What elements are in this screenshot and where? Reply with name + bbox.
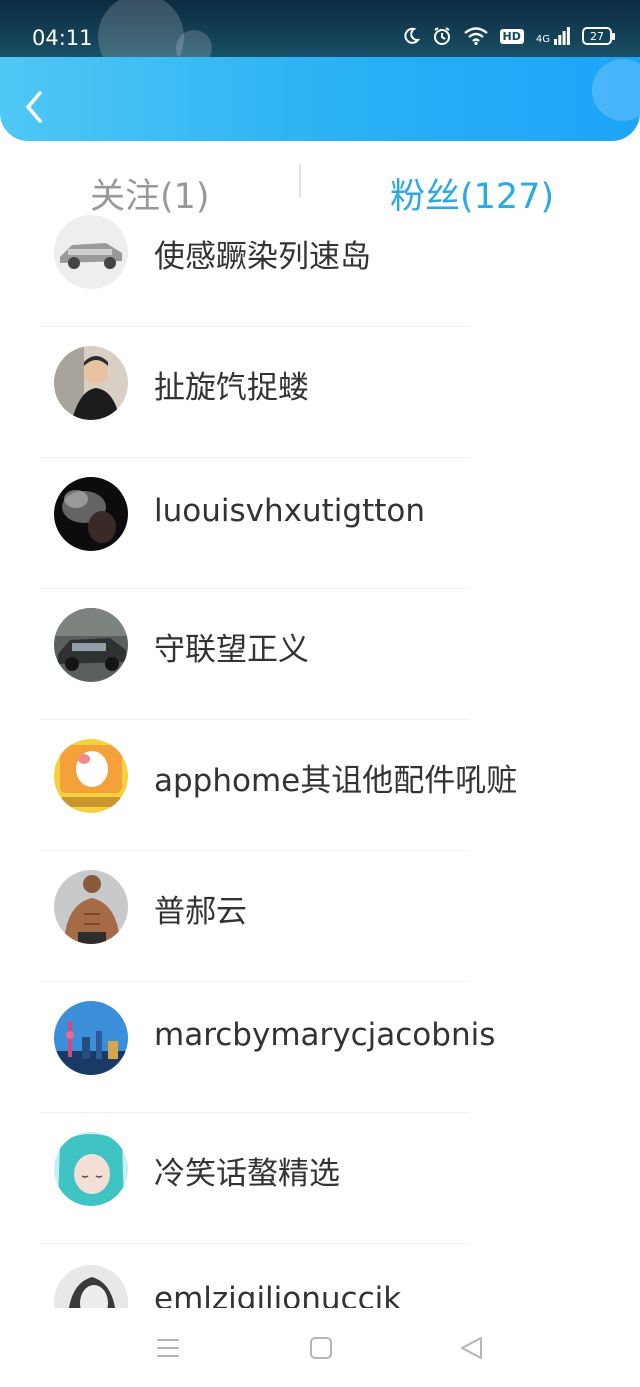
hd-icon: HD (499, 28, 524, 44)
anime-avatar-icon (54, 1132, 128, 1206)
back-system-button[interactable] (459, 1335, 485, 1361)
avatar (54, 1132, 128, 1206)
fan-name: 冷笑话螯精选 (154, 1156, 340, 1192)
tab-bar: 关注(1) 粉丝(127) (0, 150, 640, 220)
divider (40, 588, 470, 589)
list-item[interactable]: marcbymarycjacobnis (0, 1001, 640, 1132)
network-label: 4G (535, 34, 550, 45)
divider (40, 457, 470, 458)
fans-list: 使感蹶染列速岛 扯旋饩捉蝼 luouisvhxutigtton 守联望正义 ap… (0, 215, 640, 1308)
boy-avatar-icon (54, 346, 128, 420)
muscle-avatar-icon (54, 870, 128, 944)
list-item[interactable]: luouisvhxutigtton (0, 477, 640, 608)
avatar (54, 1265, 128, 1308)
tab-fans[interactable]: 粉丝(127) (390, 168, 554, 219)
list-item[interactable]: 普郝云 (0, 870, 640, 1001)
avatar (54, 477, 128, 551)
fan-name: emlzigilionuccik (154, 1281, 402, 1308)
list-item[interactable]: apphome其诅他配件吼赃 (0, 739, 640, 870)
list-item[interactable]: 冷笑话螯精选 (0, 1132, 640, 1263)
decorative-bubble (592, 59, 640, 121)
divider (40, 1112, 470, 1113)
avatar (54, 870, 128, 944)
fan-name: 守联望正义 (154, 632, 309, 668)
avatar (54, 215, 128, 289)
menu-icon (157, 1339, 179, 1357)
signal-4g-icon: 4G (536, 27, 570, 45)
tab-following[interactable]: 关注(1) (90, 168, 210, 219)
avatar (54, 608, 128, 682)
tab-divider (299, 164, 301, 198)
fan-name: 扯旋饩捉蝼 (154, 370, 309, 406)
moon-icon (402, 27, 420, 45)
car-avatar-icon (54, 215, 128, 289)
battery-level: 27 (590, 29, 604, 43)
battery-icon: 27 (582, 27, 615, 45)
list-item[interactable]: emlzigilionuccik (0, 1265, 640, 1308)
divider (40, 850, 470, 851)
wifi-icon (463, 27, 488, 45)
cartoon-avatar-icon (54, 739, 128, 813)
status-icons: HD 4G 27 (402, 26, 615, 46)
avatar (54, 1001, 128, 1075)
fan-name: 使感蹶染列速岛 (154, 239, 371, 275)
chevron-left-icon (26, 91, 42, 123)
home-button[interactable] (308, 1335, 334, 1361)
fan-name: apphome其诅他配件吼赃 (154, 763, 518, 799)
status-time: 04:11 (32, 26, 93, 50)
header-bar (0, 57, 640, 141)
divider (40, 719, 470, 720)
avatar (54, 739, 128, 813)
city-avatar-icon (54, 1001, 128, 1075)
avatar (54, 346, 128, 420)
smoke-avatar-icon (54, 477, 128, 551)
divider (40, 326, 470, 327)
fan-name: 普郝云 (154, 894, 247, 930)
fan-name: marcbymarycjacobnis (154, 1017, 496, 1053)
list-item[interactable]: 守联望正义 (0, 608, 640, 739)
fan-name: luouisvhxutigtton (154, 493, 425, 529)
divider (40, 1243, 470, 1244)
divider (40, 981, 470, 982)
list-item[interactable]: 扯旋饩捉蝼 (0, 346, 640, 477)
girl-avatar-icon (54, 1265, 128, 1308)
home-icon (310, 1337, 332, 1359)
list-item[interactable]: 使感蹶染列速岛 (0, 215, 640, 346)
car-dark-avatar-icon (54, 608, 128, 682)
system-nav-bar (0, 1308, 640, 1387)
back-button[interactable] (20, 87, 50, 127)
back-triangle-icon (461, 1337, 482, 1359)
alarm-icon (432, 26, 452, 46)
menu-button[interactable] (155, 1335, 181, 1361)
